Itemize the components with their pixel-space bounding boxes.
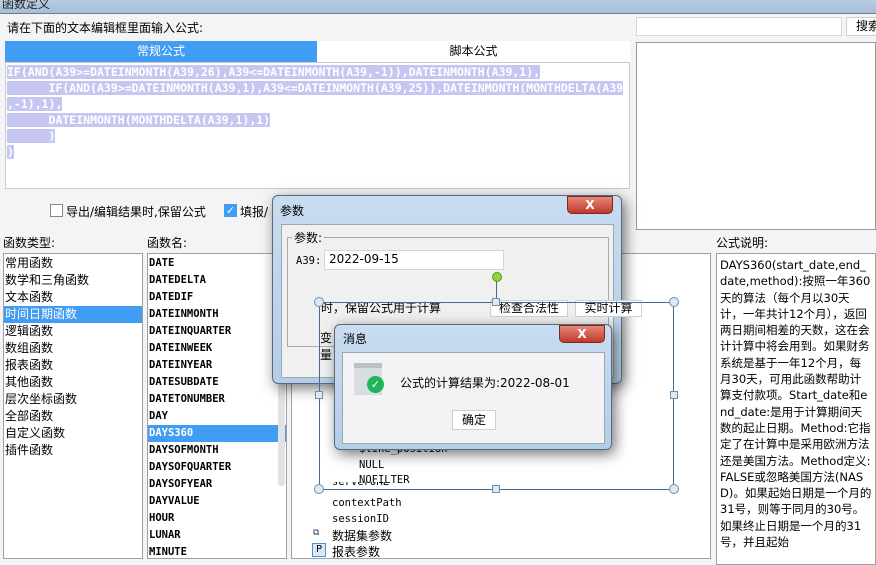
result-message: 公式的计算结果为:2022-08-01	[400, 376, 570, 390]
function-name-item[interactable]: DATESUBDATE	[148, 374, 286, 391]
fill-checkbox[interactable]: ✓	[224, 204, 237, 217]
function-name-item[interactable]: MINUTE	[148, 544, 286, 558]
resize-handle[interactable]	[492, 298, 500, 306]
formula-line: ,-1),1),	[7, 97, 63, 111]
window-titlebar: 函数定义	[0, 0, 876, 14]
search-input[interactable]	[636, 17, 842, 36]
function-name-item[interactable]: DATEDIF	[148, 289, 286, 306]
description-label: 公式说明:	[716, 236, 769, 250]
function-type-item[interactable]: 数组函数	[4, 340, 142, 357]
function-name-item[interactable]: DATEINMONTH	[148, 306, 286, 323]
function-type-item[interactable]: 插件函数	[4, 442, 142, 459]
tab-normal-formula[interactable]: 常规公式	[5, 41, 317, 62]
param-group-label: 参数:	[292, 229, 325, 246]
function-name-item[interactable]: DATEINWEEK	[148, 340, 286, 357]
function-type-item[interactable]: 其他函数	[4, 374, 142, 391]
param-dialog-close-button[interactable]: X	[567, 196, 613, 214]
report-param-icon: P	[312, 543, 326, 557]
tree-report-params[interactable]: 报表参数	[332, 543, 380, 560]
function-name-item[interactable]: DAY	[148, 408, 286, 425]
function-name-item[interactable]: DATEINYEAR	[148, 357, 286, 374]
function-description: DAYS360(start_date,end_date,method):按照一年…	[716, 253, 876, 565]
function-name-item[interactable]: DATEDELTA	[148, 272, 286, 289]
resize-handle[interactable]	[669, 297, 679, 307]
function-name-item[interactable]: DATEINQUARTER	[148, 323, 286, 340]
resize-handle[interactable]	[492, 485, 500, 493]
function-name-item[interactable]: LUNAR	[148, 527, 286, 544]
keep-formula-checkbox[interactable]	[50, 204, 63, 217]
search-button[interactable]: 搜索	[846, 17, 876, 36]
tree-item[interactable]: contextPath	[332, 497, 402, 509]
tree-item[interactable]: sessionID	[332, 513, 389, 525]
resize-handle[interactable]	[315, 391, 323, 399]
formula-line: IF(AND(A39>=DATEINMONTH(A39,1),A39<=DATE…	[7, 81, 624, 95]
function-names-label: 函数名:	[147, 236, 188, 250]
resize-handle[interactable]	[314, 484, 324, 494]
function-type-item[interactable]: 逻辑函数	[4, 323, 142, 340]
param-dialog-title: 参数	[280, 204, 305, 218]
message-dialog-body: ✓ 公式的计算结果为:2022-08-01 确定	[342, 352, 605, 444]
fill-label: 填报/	[240, 205, 269, 219]
success-check-icon: ✓	[367, 376, 384, 393]
formula-line: )	[7, 129, 56, 143]
formula-editor[interactable]: IF(AND(A39>=DATEINMONTH(A39,26),A39<=DAT…	[5, 62, 630, 189]
function-name-list[interactable]: DATE DATEDELTA DATEDIF DATEINMONTH DATEINQUA…	[147, 253, 287, 559]
function-type-item[interactable]: 全部函数	[4, 408, 142, 425]
function-type-item[interactable]: 报表函数	[4, 357, 142, 374]
ok-button[interactable]: 确定	[452, 410, 496, 430]
message-dialog: 消息 X ✓ 公式的计算结果为:2022-08-01 确定	[334, 324, 612, 450]
tree-dataset-params[interactable]: 数据集参数	[332, 527, 392, 544]
param-a39-label: A39:	[296, 255, 322, 267]
function-name-item[interactable]: DAYS360	[148, 425, 286, 442]
search-results[interactable]	[636, 42, 876, 230]
function-type-item[interactable]: 常用函数	[4, 255, 142, 272]
keep-formula-label: 导出/编辑结果时,保留公式	[66, 205, 206, 219]
function-name-item[interactable]: DAYSOFMONTH	[148, 442, 286, 459]
function-name-item[interactable]: DAYSOFYEAR	[148, 476, 286, 493]
tab-script-formula[interactable]: 脚本公式	[317, 41, 630, 62]
resize-handle[interactable]	[669, 484, 679, 494]
window-title: 函数定义	[2, 0, 51, 11]
resize-handle[interactable]	[670, 391, 678, 399]
function-type-item[interactable]: 时间日期函数	[4, 306, 142, 323]
param-a39-input[interactable]: 2022-09-15	[324, 250, 504, 270]
function-type-list[interactable]: 常用函数 数学和三角函数 文本函数 时间日期函数 逻辑函数 数组函数 报表函数 其他函数 层次坐…	[3, 253, 143, 559]
function-type-item[interactable]: 层次坐标函数	[4, 391, 142, 408]
formula-line: DATEINMONTH(MONTHDELTA(A39,1),1)	[7, 113, 271, 127]
function-type-item[interactable]: 自定义函数	[4, 425, 142, 442]
function-name-item[interactable]: DAYVALUE	[148, 493, 286, 510]
function-name-item[interactable]: DATETONUMBER	[148, 391, 286, 408]
dataset-icon: ⧉	[313, 528, 320, 538]
message-dialog-close-button[interactable]: X	[559, 325, 605, 343]
function-name-item[interactable]: DAYSOFQUARTER	[148, 459, 286, 476]
function-type-item[interactable]: 数学和三角函数	[4, 272, 142, 289]
function-types-label: 函数类型:	[3, 236, 56, 250]
message-dialog-title: 消息	[343, 332, 368, 346]
function-type-item[interactable]: 文本函数	[4, 289, 142, 306]
rotate-handle[interactable]	[492, 272, 502, 282]
formula-line: )	[7, 145, 14, 159]
formula-line: IF(AND(A39>=DATEINMONTH(A39,26),A39<=DAT…	[7, 65, 541, 79]
resize-handle[interactable]	[314, 297, 324, 307]
prompt-label: 请在下面的文本编辑框里面输入公式:	[7, 21, 204, 35]
function-name-item[interactable]: HOUR	[148, 510, 286, 527]
function-name-item[interactable]: DATE	[148, 255, 286, 272]
